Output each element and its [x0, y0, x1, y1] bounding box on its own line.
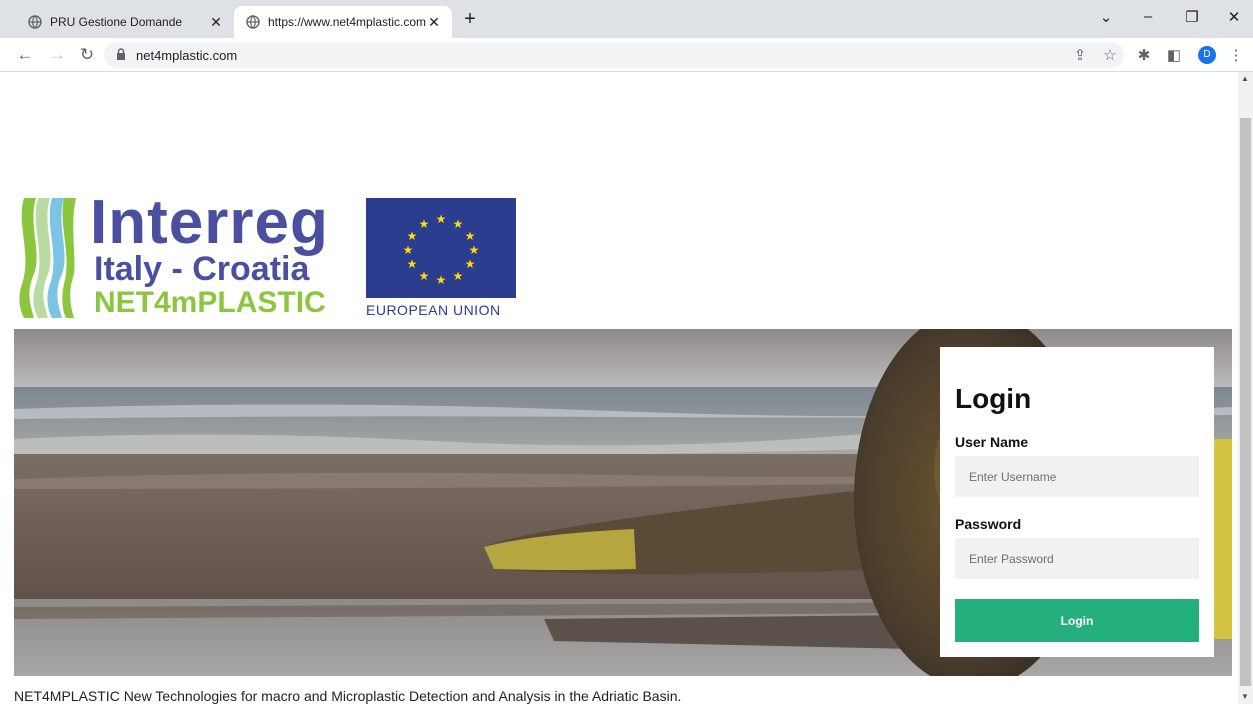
svg-text:★: ★: [453, 217, 464, 231]
username-input[interactable]: [955, 456, 1199, 497]
svg-text:★: ★: [403, 243, 414, 257]
tab-pru-gestione-domande[interactable]: PRU Gestione Domande ✕: [16, 6, 234, 38]
close-tab-icon[interactable]: ✕: [208, 14, 224, 31]
back-button[interactable]: ←: [14, 44, 36, 66]
reload-button[interactable]: ↻: [76, 44, 98, 66]
tab-title: PRU Gestione Domande: [50, 15, 183, 29]
logo-interreg-text: Interreg: [90, 188, 329, 257]
logo-italy-croatia-text: Italy - Croatia: [94, 250, 310, 288]
logo-net4mplastic-text: NET4mPLASTIC: [94, 286, 326, 319]
password-label: Password: [955, 516, 1022, 532]
svg-text:★: ★: [419, 269, 430, 283]
share-icon[interactable]: ⇪: [1070, 46, 1090, 66]
username-label: User Name: [955, 434, 1029, 450]
close-window-button[interactable]: ✕: [1222, 8, 1246, 26]
tab-search-icon[interactable]: ⌄: [1094, 8, 1118, 26]
svg-text:★: ★: [465, 229, 476, 243]
svg-text:★: ★: [436, 273, 447, 287]
svg-text:★: ★: [469, 243, 480, 257]
browser-toolbar: ← → ↻ net4mplastic.com ⇪ ☆ ✱ ◧ ⋮: [0, 38, 1253, 72]
eu-label: EUROPEAN UNION: [366, 302, 501, 318]
svg-text:★: ★: [407, 229, 418, 243]
interreg-waves-icon: [19, 198, 76, 318]
bookmark-star-icon[interactable]: ☆: [1100, 46, 1120, 66]
interreg-logo: Interreg Italy - Croatia NET4mPLASTIC ★ …: [14, 192, 534, 326]
tab-net4mplastic[interactable]: https://www.net4mplastic.com ✕: [234, 6, 452, 38]
globe-icon: [246, 15, 260, 29]
scroll-down-arrow-icon[interactable]: ▼: [1241, 692, 1249, 701]
profile-avatar[interactable]: D: [1198, 46, 1216, 64]
address-bar[interactable]: net4mplastic.com: [104, 42, 1124, 68]
browser-tab-strip: PRU Gestione Domande ✕ https://www.net4m…: [0, 0, 1253, 38]
project-description: NET4MPLASTIC New Technologies for macro …: [14, 688, 682, 704]
password-input[interactable]: [955, 538, 1199, 579]
side-panel-icon[interactable]: ◧: [1164, 46, 1184, 66]
lock-icon: [117, 48, 125, 60]
close-tab-icon[interactable]: ✕: [426, 14, 442, 31]
globe-icon: [28, 15, 42, 29]
forward-button[interactable]: →: [46, 44, 68, 66]
svg-text:★: ★: [436, 212, 447, 226]
extensions-icon[interactable]: ✱: [1134, 46, 1154, 66]
new-tab-button[interactable]: +: [458, 8, 482, 31]
eu-flag-icon: ★ ★ ★ ★ ★ ★ ★ ★ ★ ★ ★ ★: [366, 198, 516, 298]
scroll-up-arrow-icon[interactable]: ▲: [1241, 74, 1249, 83]
tab-title: https://www.net4mplastic.com: [268, 15, 426, 29]
svg-text:★: ★: [407, 257, 418, 271]
login-button[interactable]: Login: [955, 599, 1199, 642]
svg-text:★: ★: [419, 217, 430, 231]
svg-text:★: ★: [453, 269, 464, 283]
svg-text:★: ★: [465, 257, 476, 271]
scrollbar-thumb[interactable]: [1240, 118, 1251, 686]
address-url: net4mplastic.com: [136, 48, 238, 63]
login-title: Login: [955, 383, 1032, 414]
restore-button[interactable]: ❐: [1180, 8, 1204, 26]
minimize-button[interactable]: –: [1136, 8, 1160, 25]
login-card: Login User Name Password Login: [940, 347, 1214, 657]
menu-kebab-icon[interactable]: ⋮: [1226, 46, 1246, 66]
